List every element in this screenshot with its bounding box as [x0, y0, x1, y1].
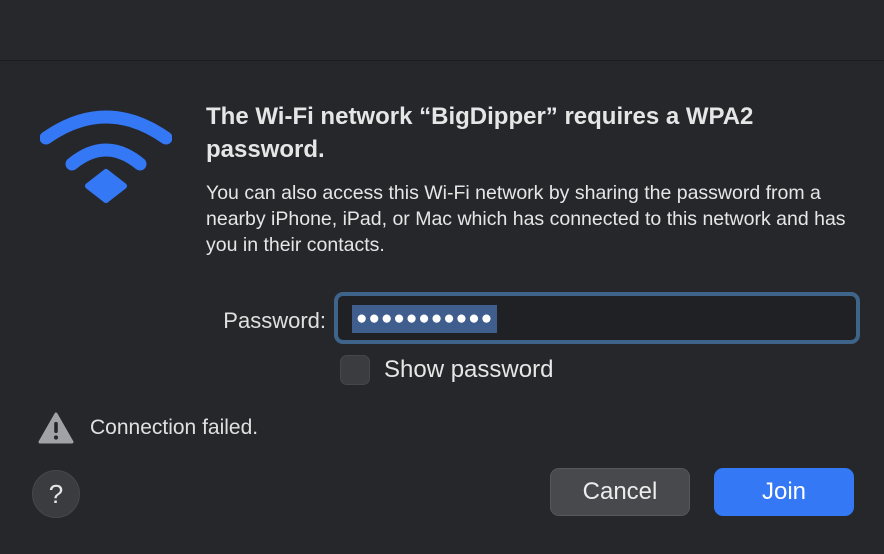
connection-status-text: Connection failed.: [90, 416, 259, 439]
show-password-label[interactable]: Show password: [384, 354, 553, 386]
wifi-password-dialog: The Wi-Fi network “BigDipper” requires a…: [0, 0, 884, 554]
password-input[interactable]: ●●●●●●●●●●●: [334, 292, 860, 344]
warning-icon: [38, 412, 74, 444]
help-button[interactable]: ?: [32, 470, 80, 518]
cancel-button[interactable]: Cancel: [550, 468, 690, 516]
join-button[interactable]: Join: [714, 468, 854, 516]
show-password-checkbox[interactable]: [340, 355, 370, 385]
title-bar: [0, 0, 884, 61]
password-value: ●●●●●●●●●●●: [352, 305, 498, 333]
password-label: Password:: [223, 308, 326, 333]
dialog-title: The Wi-Fi network “BigDipper” requires a…: [206, 103, 754, 163]
dialog-description: You can also access this Wi-Fi network b…: [206, 182, 846, 256]
wifi-icon: [40, 110, 172, 203]
